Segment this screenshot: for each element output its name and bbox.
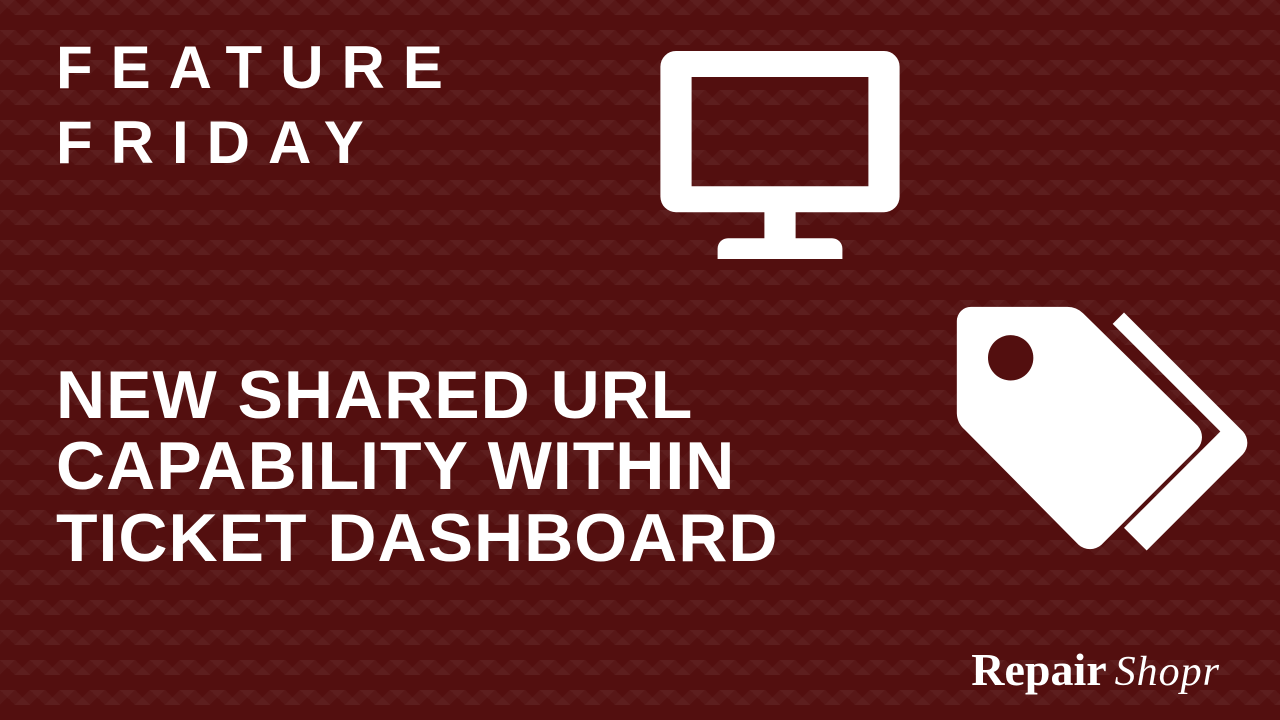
brand-logo: RepairShopr bbox=[971, 643, 1220, 696]
slide-content: FEATURE FRIDAY NEW SHARED URL CAPABILITY… bbox=[0, 0, 1280, 720]
kicker-text: FEATURE FRIDAY bbox=[56, 30, 461, 180]
tags-icon bbox=[920, 280, 1260, 600]
brand-sub: Shopr bbox=[1115, 648, 1220, 696]
monitor-icon bbox=[640, 25, 920, 285]
headline-text: NEW SHARED URL CAPABILITY WITHIN TICKET … bbox=[56, 360, 778, 574]
brand-main: Repair bbox=[971, 643, 1106, 696]
